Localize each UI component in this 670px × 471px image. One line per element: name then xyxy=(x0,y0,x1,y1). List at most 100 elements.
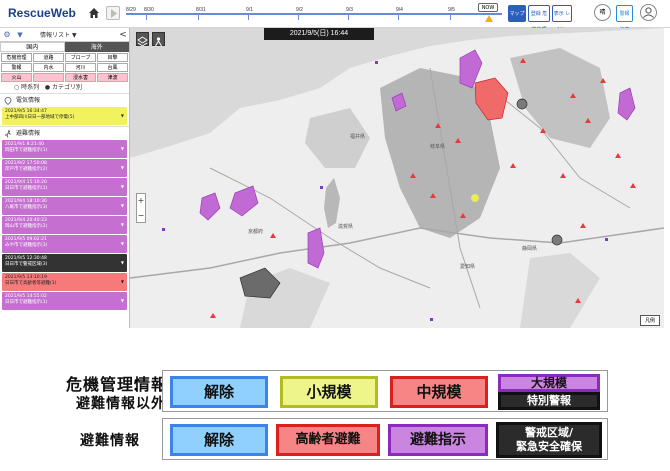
layer-display-button[interactable]: 表示 レイヤー xyxy=(552,5,572,33)
map-view-button[interactable]: マップ xyxy=(508,5,526,22)
filter-crisis[interactable]: 危機管理 xyxy=(1,53,32,62)
filter-inland-water[interactable]: 内水 xyxy=(33,63,64,72)
list-item[interactable]: 2021/9/5 12:30:48 日日市で警戒区域(3) ▼ xyxy=(2,254,127,272)
place-label: 愛知県 xyxy=(460,263,475,270)
map-canvas[interactable]: 京都府 滋賀県 福井県 岐阜県 愛知県 静岡県 xyxy=(130,28,664,328)
legend-emergency-box: 警戒区域/ 緊急安全確保 xyxy=(496,422,602,458)
item-text: 日日市で高齢者等避難(1) xyxy=(5,281,57,286)
app-root: RescueWeb 8/29 8/30 8/31 9/1 9/2 9/3 9/4… xyxy=(0,0,670,471)
list-item[interactable]: 2021/9/2 17:50:08 岸戸市で避難指示(2) ▼ xyxy=(2,159,127,177)
legend-evac-title: 避難情報 xyxy=(80,433,140,449)
tab-domestic[interactable]: 国内 xyxy=(0,42,65,52)
filter-volcano[interactable]: 火山 xyxy=(1,73,32,82)
item-text: 日日市で避難指示(1) xyxy=(5,186,48,191)
probe-square-icon[interactable] xyxy=(375,61,378,64)
timeline-tick: 8/31 xyxy=(196,7,206,13)
legend-medium-box: 中規模 xyxy=(390,376,488,408)
play-button[interactable] xyxy=(106,6,120,20)
section-power-title: 電気情報 xyxy=(16,97,41,104)
info-sidebar: ⚙ ▼ 情報リスト ▼ < 国内 海外 危機管理 道路 ブローブ 目撃 警報 内… xyxy=(0,28,130,328)
item-text: 八尾市で避難指示(3) xyxy=(5,205,48,210)
section-evac: 避難情報 xyxy=(0,126,129,139)
list-item[interactable]: 2021/9/5 16:34:47 上中部四川日日一部地域で停電(5) ▼ xyxy=(2,107,127,125)
filter-flood[interactable]: 浸水害 xyxy=(65,73,96,82)
emergency-area[interactable] xyxy=(551,234,563,246)
filter-blank-1[interactable] xyxy=(33,73,64,82)
emergency-area[interactable] xyxy=(516,98,528,110)
filter-tsunami[interactable]: 津波 xyxy=(97,73,128,82)
now-badge[interactable]: NOW xyxy=(478,3,498,12)
list-item[interactable]: 2021/9/4 15:10:20 日日市で避難指示(1) ▼ xyxy=(2,178,127,196)
filter-road[interactable]: 道路 xyxy=(33,53,64,62)
gear-icon[interactable]: ⚙ xyxy=(0,30,14,39)
home-icon[interactable] xyxy=(88,7,100,19)
category-filter-grid: 危機管理 道路 ブローブ 目撃 警報 内水 河川 台風 火山 浸水害 津波 xyxy=(0,52,129,83)
zoom-out-button[interactable]: − xyxy=(137,209,145,224)
timeline-tick: 9/4 xyxy=(396,7,403,13)
app-logo[interactable]: RescueWeb xyxy=(8,6,76,20)
list-title: 情報リスト xyxy=(40,32,71,39)
layers-icon xyxy=(137,36,148,47)
filter-river[interactable]: 河川 xyxy=(65,63,96,72)
timeline-tick: 8/29 xyxy=(126,7,136,13)
filter-probe[interactable]: ブローブ xyxy=(65,53,96,62)
legend-emergency-line2: 緊急安全確保 xyxy=(516,440,582,453)
filter-warning[interactable]: 警報 xyxy=(1,63,32,72)
collapse-sidebar-button[interactable]: < xyxy=(117,30,129,40)
list-item[interactable]: 2021/9/5 09:02:21 みや市で避難指示(3) ▼ xyxy=(2,235,127,253)
place-label: 岐阜県 xyxy=(430,143,445,150)
user-avatar[interactable] xyxy=(640,4,657,21)
radio-category[interactable]: ● カテゴリ別 xyxy=(45,84,82,91)
person-icon xyxy=(155,37,162,47)
map-view[interactable]: 京都府 滋賀県 福井県 岐阜県 愛知県 静岡県 2021/9/5(日) 16:4… xyxy=(130,28,664,328)
tab-overseas[interactable]: 海外 xyxy=(64,42,129,52)
weather-toggle[interactable]: 晴 xyxy=(594,4,611,21)
list-item[interactable]: 2021/9/5 14:55:02 日日市で避難指示(1) ▼ xyxy=(2,292,127,310)
place-label: 福井県 xyxy=(350,133,365,140)
legend-evac-release-box: 解除 xyxy=(170,424,268,456)
small-scale-marker[interactable] xyxy=(471,194,479,202)
location-pin-icon xyxy=(4,97,12,105)
timeline-slider[interactable]: 8/29 8/30 8/31 9/1 9/2 9/3 9/4 9/5 NOW xyxy=(126,2,502,24)
map-layer-toggle[interactable] xyxy=(136,32,149,47)
alert-toggle[interactable]: 警報 注意 xyxy=(616,5,633,33)
probe-square-icon[interactable] xyxy=(430,318,433,321)
item-text: 岡山市で避難指示(2) xyxy=(5,224,48,229)
filter-typhoon[interactable]: 台風 xyxy=(97,63,128,72)
legend-button[interactable]: 凡例 xyxy=(640,315,660,326)
timeline-track xyxy=(126,13,502,15)
probe-square-icon[interactable] xyxy=(605,238,608,241)
list-item[interactable]: 2021/9/4 18:10:30 八尾市で避難指示(3) ▼ xyxy=(2,197,127,215)
timeline-tick-mark xyxy=(298,15,299,20)
chevron-down-icon: ▼ xyxy=(71,32,77,39)
chevron-down-icon: ▼ xyxy=(120,298,124,303)
legend-release-box: 解除 xyxy=(170,376,268,408)
probe-square-icon[interactable] xyxy=(320,186,323,189)
filter-witness[interactable]: 目撃 xyxy=(97,53,128,62)
probe-square-icon[interactable] xyxy=(162,228,165,231)
item-text: 日日市で警戒区域(3) xyxy=(5,262,48,267)
list-dropdown[interactable]: 情報リスト ▼ xyxy=(26,30,117,39)
sidebar-toolbar: ⚙ ▼ 情報リスト ▼ < xyxy=(0,28,129,42)
legend-special-warning-box: 特別警報 xyxy=(498,392,600,410)
timeline-now-handle[interactable] xyxy=(485,15,493,22)
section-power: 電気情報 xyxy=(0,93,129,106)
item-text: 日日市で避難指示(1) xyxy=(5,300,48,305)
logo-web: Web xyxy=(50,6,76,20)
timeline-tick: 9/3 xyxy=(346,7,353,13)
radio-timeline[interactable]: ○ 時系列 xyxy=(14,84,39,91)
filter-icon[interactable]: ▼ xyxy=(14,31,26,39)
map-person-toggle[interactable] xyxy=(152,32,165,47)
list-item[interactable]: 2021/9/4 20:40:23 岡山市で避難指示(2) ▼ xyxy=(2,216,127,234)
list-item[interactable]: 2021/9/5 13:10:19 日日市で高齢者等避難(1) ▼ xyxy=(2,273,127,291)
list-item[interactable]: 2021/9/1 8:21:40 岡田市で避難指示(1) ▼ xyxy=(2,140,127,158)
crisis-register-button[interactable]: 登録 危機管理 xyxy=(528,5,550,33)
user-icon xyxy=(643,7,654,18)
running-person-icon xyxy=(5,130,11,138)
zoom-in-button[interactable]: + xyxy=(137,194,145,209)
place-label: 京都府 xyxy=(248,228,263,235)
legend-panel: 危機管理情報 ： 避難情報以外 避難情報 解除 小規模 中規模 大規模 特別警報… xyxy=(0,330,670,471)
zoom-control: + − xyxy=(136,193,146,223)
chevron-down-icon: ▼ xyxy=(120,203,124,208)
sort-radio-group[interactable]: ○ 時系列 ● カテゴリ別 xyxy=(0,83,129,93)
